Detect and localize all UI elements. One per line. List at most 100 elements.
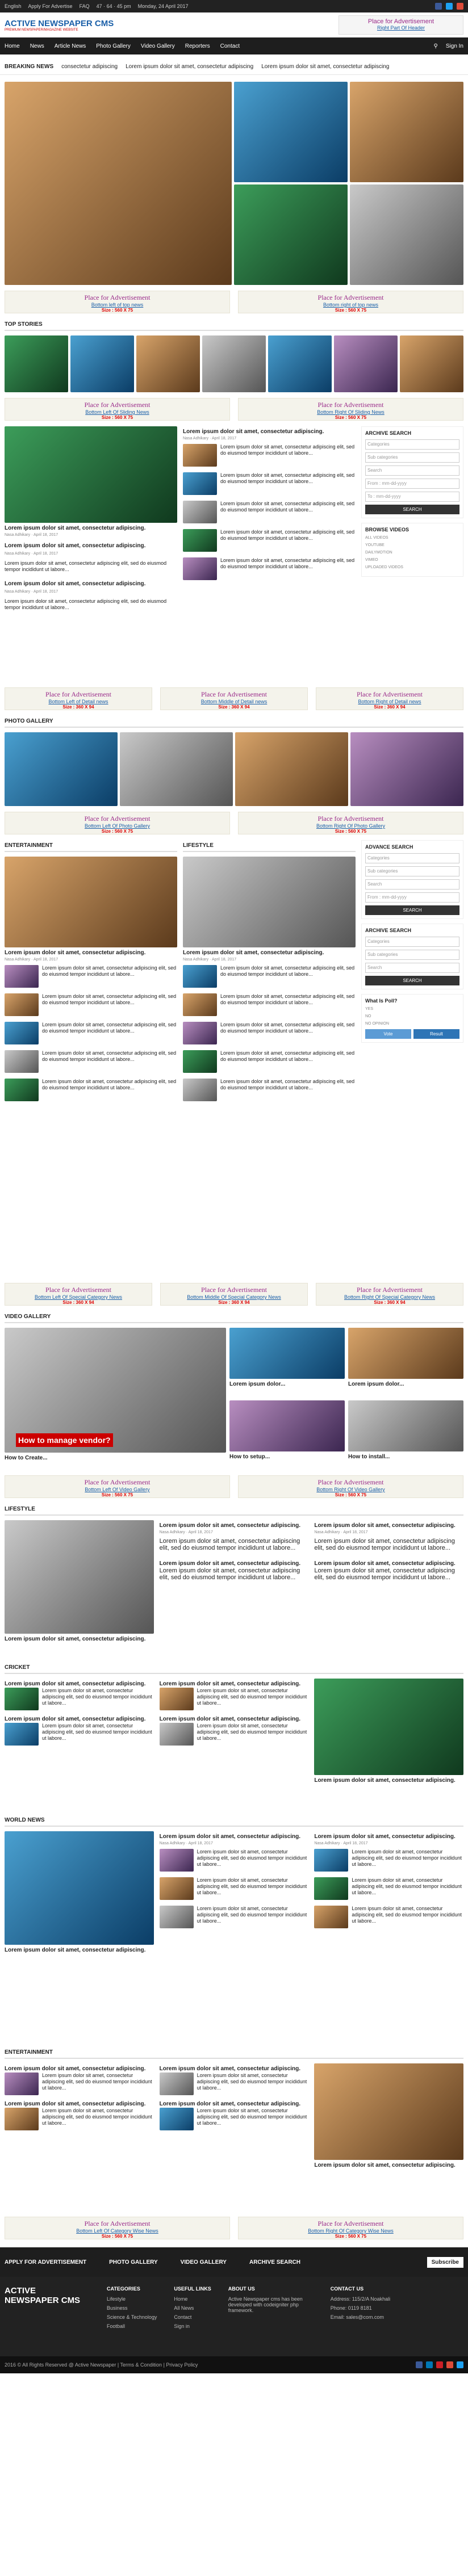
- to-date-input[interactable]: To : mm-dd-yyyy: [365, 492, 459, 502]
- faq-link[interactable]: FAQ: [80, 3, 90, 9]
- category-select[interactable]: Categories: [365, 439, 459, 450]
- list-item[interactable]: Lorem ipsum dolor sit amet, consectetur …: [5, 1022, 177, 1044]
- poll-option[interactable]: NO OPINION: [365, 1022, 459, 1026]
- hero-image[interactable]: [5, 82, 232, 285]
- list-item[interactable]: Lorem ipsum dolor sit amet, consectetur …: [183, 1079, 356, 1101]
- feature-image[interactable]: [5, 857, 177, 947]
- search-input[interactable]: Search: [365, 879, 459, 890]
- breaking-item[interactable]: Lorem ipsum dolor sit amet, consectetur …: [261, 64, 389, 70]
- list-item[interactable]: Lorem ipsum dolor sit amet, consectetur …: [183, 993, 356, 1016]
- ad-box[interactable]: Place for Advertisement Bottom left of to…: [5, 291, 230, 313]
- from-date-input[interactable]: From : mm-dd-yyyy: [365, 479, 459, 489]
- subscribe-button[interactable]: Subscribe: [427, 2256, 463, 2268]
- search-button[interactable]: SEARCH: [365, 505, 459, 514]
- video-thumb[interactable]: [229, 1328, 345, 1379]
- facebook-icon[interactable]: [435, 3, 442, 10]
- search-icon[interactable]: ⚲: [434, 43, 438, 49]
- video-link[interactable]: YOUTUBE: [365, 543, 459, 547]
- article-title[interactable]: Lorem ipsum dolor sit amet, consectetur …: [183, 950, 356, 956]
- vote-button[interactable]: Vote: [365, 1029, 411, 1039]
- video-link[interactable]: ALL VIDEOS: [365, 536, 459, 540]
- story-image[interactable]: [136, 335, 200, 392]
- ad-box[interactable]: Place for Advertisement Bottom Left Of Ph…: [5, 812, 230, 834]
- category-select[interactable]: Categories: [365, 853, 459, 863]
- list-item[interactable]: Lorem ipsum dolor sit amet, consectetur …: [183, 965, 356, 988]
- footer-link[interactable]: ARCHIVE SEARCH: [249, 2259, 300, 2265]
- search-button[interactable]: SEARCH: [365, 976, 459, 985]
- ad-box[interactable]: Place for Advertisement Bottom Left Of Sp…: [5, 1283, 152, 1306]
- story-image[interactable]: [268, 335, 332, 392]
- ad-box[interactable]: Place for Advertisement Bottom Right Of V…: [238, 1475, 463, 1498]
- video-thumb[interactable]: [348, 1400, 463, 1451]
- nav-video-gallery[interactable]: Video Gallery: [141, 43, 175, 49]
- ad-box[interactable]: Place for Advertisement Bottom Right of D…: [316, 687, 463, 710]
- ad-box[interactable]: Place for Advertisement Bottom Middle of …: [160, 687, 308, 710]
- footer-link[interactable]: PHOTO GALLERY: [109, 2259, 158, 2265]
- ad-box[interactable]: Place for Advertisement Bottom Right Of C…: [238, 2217, 463, 2239]
- list-item[interactable]: Lorem ipsum dolor sit amet, consectetur …: [183, 501, 356, 523]
- story-image[interactable]: [5, 335, 68, 392]
- sign-in-link[interactable]: Sign In: [446, 43, 463, 49]
- article-title[interactable]: Lorem ipsum dolor sit amet, consectetur …: [183, 429, 356, 435]
- header-ad[interactable]: Place for Advertisement Right Part Of Hea…: [339, 15, 463, 35]
- list-item[interactable]: Lorem ipsum dolor sit amet, consectetur …: [183, 557, 356, 580]
- search-button[interactable]: SEARCH: [365, 905, 459, 915]
- feature-image[interactable]: [314, 1679, 464, 1775]
- gallery-image[interactable]: [235, 732, 348, 806]
- video-thumb[interactable]: [348, 1328, 463, 1379]
- video-link[interactable]: DAILYMOTION: [365, 551, 459, 555]
- feature-image[interactable]: [5, 1831, 154, 1945]
- category-select[interactable]: Categories: [365, 937, 459, 947]
- article-title[interactable]: Lorem ipsum dolor sit amet, consectetur …: [5, 525, 177, 532]
- list-item[interactable]: Lorem ipsum dolor sit amet, consectetur …: [183, 1050, 356, 1073]
- ad-box[interactable]: Place for Advertisement Bottom Right Of S…: [238, 398, 463, 421]
- video-link[interactable]: VIMEO: [365, 558, 459, 562]
- article-title[interactable]: Lorem ipsum dolor sit amet, consectetur …: [5, 950, 177, 956]
- ad-box[interactable]: Place for Advertisement Bottom Left of De…: [5, 687, 152, 710]
- search-input[interactable]: Search: [365, 465, 459, 476]
- ad-box[interactable]: Place for Advertisement Bottom Right Of S…: [316, 1283, 463, 1306]
- google-plus-icon[interactable]: [457, 3, 463, 10]
- twitter-icon[interactable]: [446, 3, 453, 10]
- list-item[interactable]: Lorem ipsum dolor sit amet, consectetur …: [183, 529, 356, 552]
- footer-link[interactable]: VIDEO GALLERY: [181, 2259, 227, 2265]
- google-plus-icon[interactable]: [446, 2361, 453, 2368]
- list-item[interactable]: Lorem ipsum dolor sit amet, consectetur …: [5, 578, 177, 611]
- news-image[interactable]: [234, 184, 348, 285]
- footer-link[interactable]: APPLY FOR ADVERTISEMENT: [5, 2259, 86, 2265]
- list-item[interactable]: Lorem ipsum dolor sit amet, consectetur …: [5, 965, 177, 988]
- poll-option[interactable]: YES: [365, 1007, 459, 1011]
- breaking-item[interactable]: Lorem ipsum dolor sit amet, consectetur …: [126, 64, 253, 70]
- story-image[interactable]: [400, 335, 463, 392]
- gallery-image[interactable]: [350, 732, 463, 806]
- ad-box[interactable]: Place for Advertisement Bottom right of t…: [238, 291, 463, 313]
- feature-image[interactable]: [5, 426, 177, 523]
- news-image[interactable]: [350, 184, 463, 285]
- gallery-image[interactable]: [120, 732, 233, 806]
- gallery-image[interactable]: [5, 732, 118, 806]
- nav-reporters[interactable]: Reporters: [185, 43, 210, 49]
- ad-box[interactable]: Place for Advertisement Bottom Middle Of …: [160, 1283, 308, 1306]
- site-logo[interactable]: ACTIVE NEWSPAPER CMS PREMIUM NEWSPAPER/MA…: [5, 19, 114, 32]
- poll-option[interactable]: NO: [365, 1014, 459, 1018]
- from-date-input[interactable]: From : mm-dd-yyyy: [365, 892, 459, 903]
- subcategory-select[interactable]: Sub categories: [365, 866, 459, 876]
- ad-box[interactable]: Place for Advertisement Bottom Left Of Vi…: [5, 1475, 230, 1498]
- subcategory-select[interactable]: Sub categories: [365, 950, 459, 960]
- feature-image[interactable]: [314, 2063, 464, 2160]
- result-button[interactable]: Result: [413, 1029, 459, 1039]
- breaking-item[interactable]: consectetur adipiscing: [61, 64, 118, 70]
- facebook-icon[interactable]: [416, 2361, 423, 2368]
- feature-image[interactable]: [183, 857, 356, 947]
- ad-box[interactable]: Place for Advertisement Bottom Left Of Sl…: [5, 398, 230, 421]
- language-select[interactable]: English: [5, 3, 22, 9]
- video-player[interactable]: How to manage vendor?: [5, 1328, 226, 1453]
- nav-article-news[interactable]: Article News: [55, 43, 86, 49]
- nav-news[interactable]: News: [30, 43, 44, 49]
- list-item[interactable]: Lorem ipsum dolor sit amet, consectetur …: [183, 472, 356, 495]
- video-thumb[interactable]: [229, 1400, 345, 1451]
- footer-logo[interactable]: ACTIVE NEWSPAPER CMS: [5, 2286, 90, 2332]
- list-item[interactable]: Lorem ipsum dolor sit amet, consectetur …: [5, 1050, 177, 1073]
- video-title[interactable]: How to Create...: [5, 1455, 226, 1462]
- list-item[interactable]: Lorem ipsum dolor sit amet, consectetur …: [5, 1079, 177, 1101]
